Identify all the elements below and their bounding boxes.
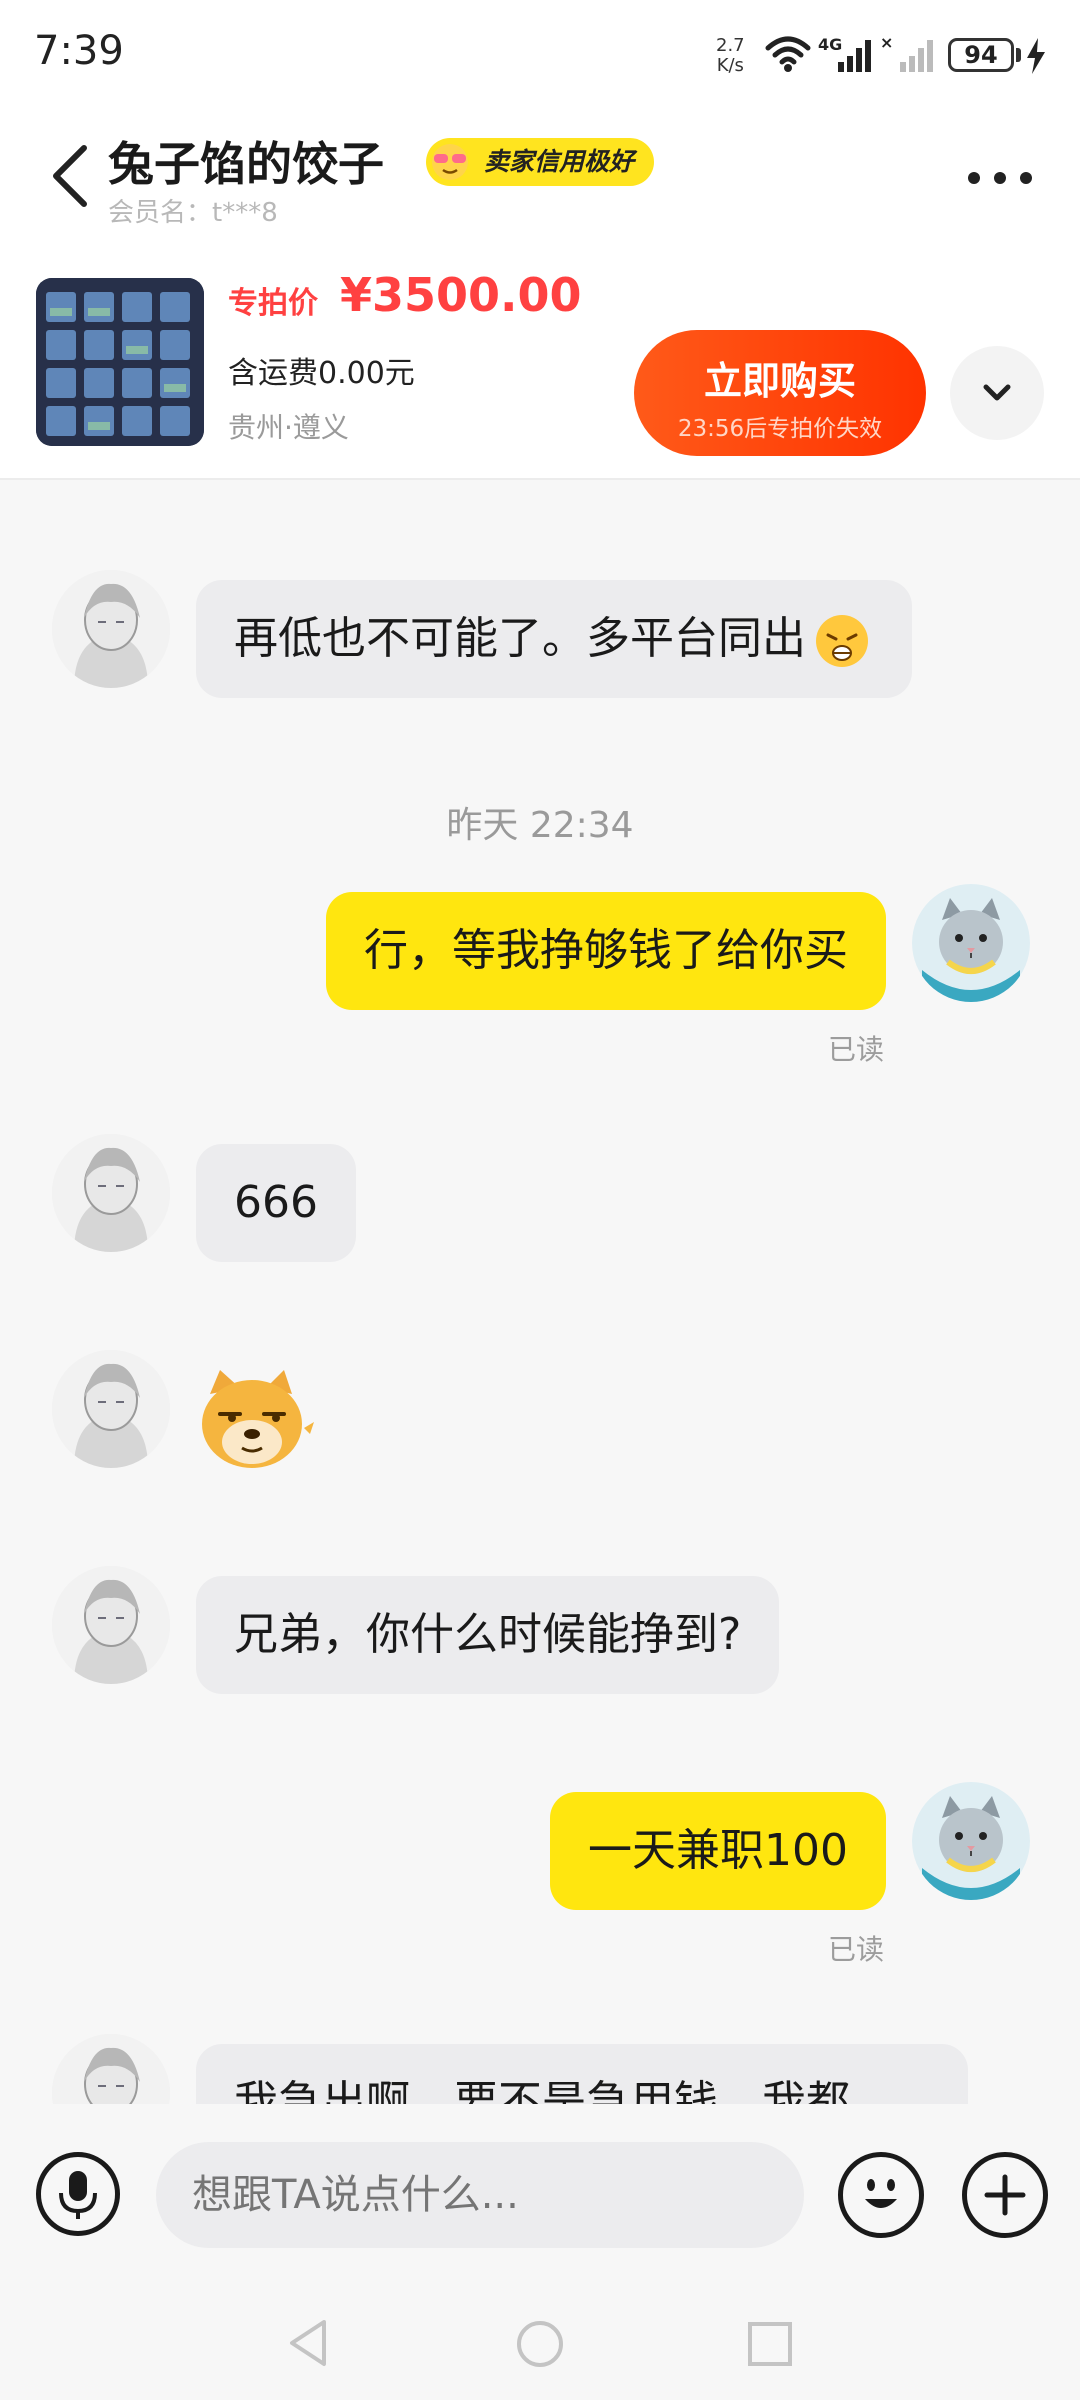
seller-avatar-image [52,1134,170,1252]
plus-icon [984,2174,1026,2216]
message-bubble-incoming: 再低也不可能了。多平台同出 [196,580,912,698]
nav-home-icon[interactable] [514,2318,566,2370]
mic-icon [59,2171,97,2219]
plus-button[interactable] [962,2152,1048,2238]
net-speed-unit: K/s [716,55,744,76]
message-bubble-outgoing: 一天兼职100 [550,1792,886,1910]
seller-avatar[interactable] [52,1350,170,1468]
battery-indicator: 94 [948,38,1014,72]
collapse-button[interactable] [950,346,1044,440]
buy-countdown: 23:56后专拍价失效 [677,416,883,442]
svg-text:4G: 4G [818,35,842,54]
product-thumbnail[interactable] [36,278,204,446]
net-speed: 2.7 K/s [716,36,745,76]
my-avatar[interactable] [912,884,1030,1002]
charging-icon [1027,38,1045,74]
signal-nosim-icon: × [880,34,933,72]
signal-4g-icon: 4G [818,35,871,72]
product-image [36,278,204,446]
cat-avatar-image [912,1782,1030,1900]
buy-now-button[interactable]: 立即购买 23:56后专拍价失效 [634,330,926,456]
price-value: ¥3500.00 [340,268,582,322]
wifi-icon [765,36,811,72]
back-icon[interactable] [40,138,100,214]
buy-now-label: 立即购买 [703,359,856,403]
voice-button[interactable] [36,2152,120,2236]
my-avatar[interactable] [912,1782,1030,1900]
seller-avatar-image [52,1350,170,1468]
read-status: 已读 [828,1033,885,1066]
emoji-button[interactable] [838,2152,924,2238]
seller-avatar[interactable] [52,1134,170,1252]
member-name: 会员名：t***8 [108,198,278,228]
emoji-icon [865,2179,897,2208]
tired-face-emoji-icon [816,615,868,667]
net-speed-value: 2.7 [716,35,745,56]
message-bubble-incoming: 兄弟，你什么时候能挣到? [196,1576,780,1694]
message-text: 再低也不可能了。多平台同出 [234,613,806,664]
nav-recents-icon[interactable] [746,2320,794,2368]
message-bubble-outgoing: 行，等我挣够钱了给你买 [326,892,886,1010]
cool-face-icon [432,144,468,180]
doge-sticker-icon [202,1370,314,1468]
svg-text:×: × [880,34,893,52]
status-time: 7:39 [34,28,124,74]
seller-avatar[interactable] [52,570,170,688]
price-label: 专拍价 [228,286,318,321]
location-text: 贵州·遵义 [228,411,349,444]
nav-back-icon[interactable] [284,2316,334,2370]
more-icon[interactable] [960,160,1040,196]
message-bubble-incoming: 666 [196,1144,356,1262]
battery-tip [1016,48,1021,62]
seller-avatar-image [52,1566,170,1684]
chevron-down-icon [983,384,1011,401]
shipping-info: 含运费0.00元 [228,356,415,391]
chat-title: 兔子馅的饺子 [108,137,384,191]
message-input[interactable] [156,2142,804,2248]
seller-avatar[interactable] [52,1566,170,1684]
seller-avatar-image [52,570,170,688]
cat-avatar-image [912,884,1030,1002]
chat-timestamp: 昨天 22:34 [446,805,634,846]
read-status: 已读 [828,1933,885,1966]
